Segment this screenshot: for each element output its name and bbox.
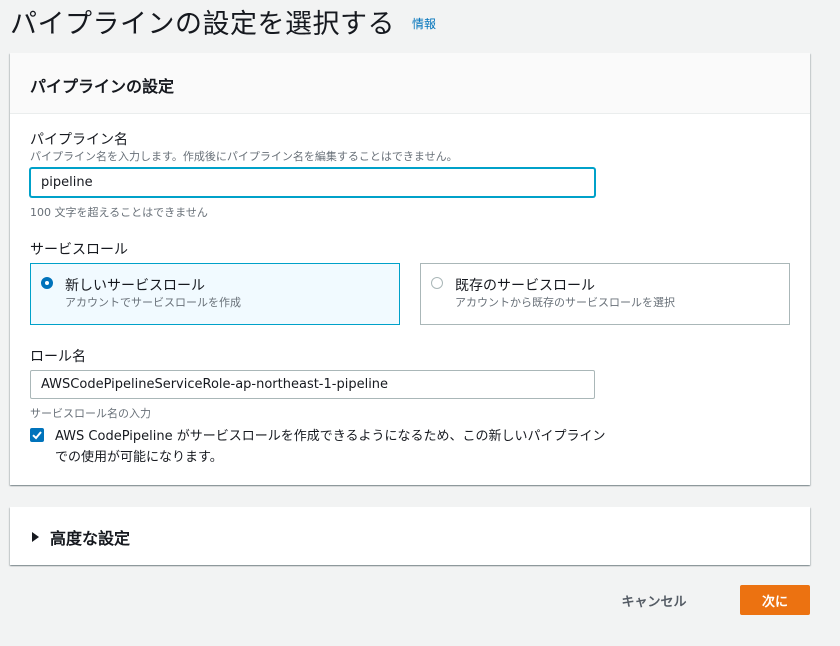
checkmark-icon [32, 431, 42, 440]
page-title: パイプラインの設定を選択する [10, 9, 395, 40]
advanced-settings-panel: 高度な設定 [10, 507, 810, 565]
pipeline-name-label: パイプライン名 [30, 132, 128, 148]
radio-existing-service-role[interactable]: 既存のサービスロール アカウントから既存のサービスロールを選択 [420, 263, 790, 325]
radio-button[interactable] [431, 277, 443, 289]
advanced-settings-title: 高度な設定 [50, 529, 131, 548]
pipeline-name-input[interactable] [30, 168, 595, 197]
radio-new-service-role[interactable]: 新しいサービスロール アカウントでサービスロールを作成 [30, 263, 400, 325]
caret-right-icon [32, 532, 39, 542]
pipeline-name-description: パイプライン名を入力します。作成後にパイプライン名を編集することはできません。 [30, 150, 458, 163]
pipeline-settings-panel: パイプラインの設定 パイプライン名 パイプライン名を入力します。作成後にパイプラ… [10, 53, 810, 485]
radio-title: 新しいサービスロール [65, 278, 205, 294]
role-name-input[interactable] [30, 370, 595, 399]
radio-button-selected[interactable] [41, 277, 53, 289]
radio-title: 既存のサービスロール [455, 278, 595, 294]
role-name-label: ロール名 [30, 349, 86, 365]
consent-checkbox[interactable] [30, 428, 44, 442]
panel-title: パイプラインの設定 [30, 77, 175, 96]
info-link[interactable]: 情報 [412, 15, 436, 32]
next-button[interactable]: 次に [740, 585, 810, 615]
pipeline-name-constraint: 100 文字を超えることはできません [30, 206, 208, 219]
radio-description: アカウントでサービスロールを作成 [65, 296, 241, 309]
cancel-button[interactable]: キャンセル [604, 585, 704, 615]
consent-text: AWS CodePipeline がサービスロールを作成できるようになるため、こ… [55, 429, 606, 465]
radio-description: アカウントから既存のサービスロールを選択 [455, 296, 675, 309]
panel-header: パイプラインの設定 [10, 53, 810, 114]
service-role-label: サービスロール [30, 242, 128, 258]
role-name-hint: サービスロール名の入力 [30, 407, 151, 420]
